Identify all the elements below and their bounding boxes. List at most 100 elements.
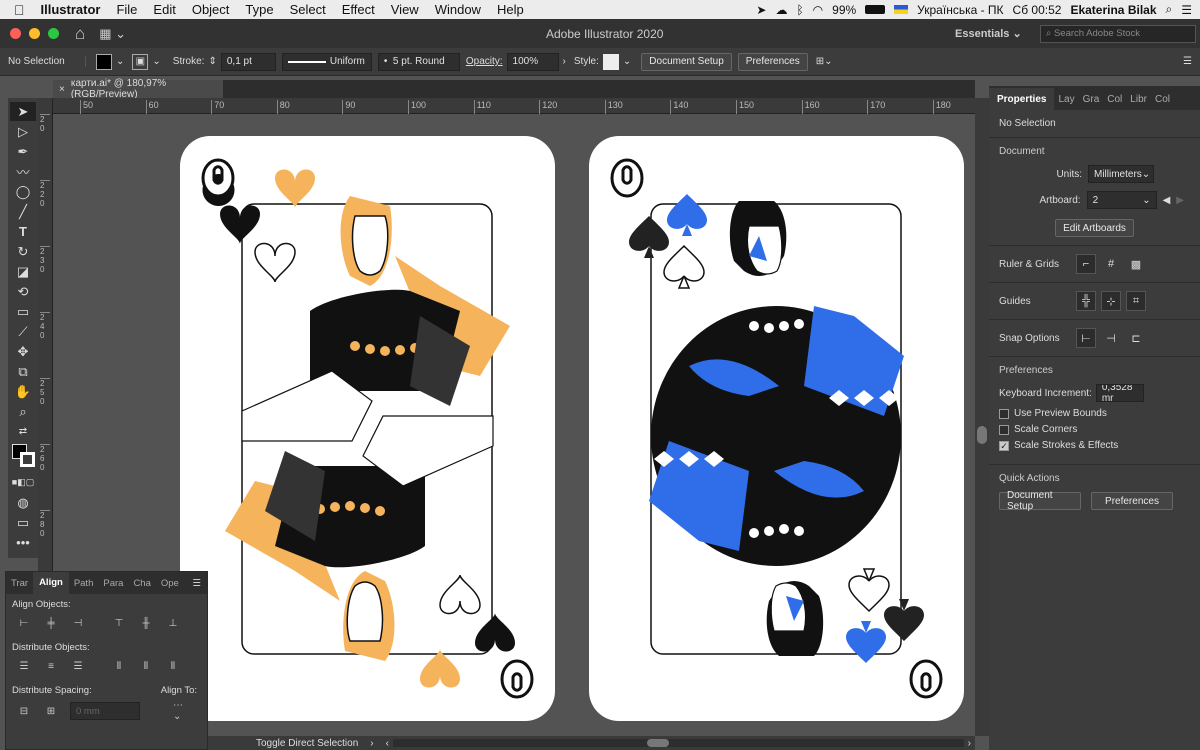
- arrange-documents-icon[interactable]: ▦ ⌄: [99, 26, 126, 42]
- chevron-down-icon[interactable]: ⌄: [623, 56, 631, 67]
- distribute-right-icon[interactable]: ⦀: [165, 659, 181, 673]
- stroke-weight-field[interactable]: 0,1 pt: [220, 52, 276, 71]
- menu-app[interactable]: Illustrator: [33, 2, 109, 17]
- close-window-button[interactable]: [10, 28, 21, 39]
- distribute-hcenter-icon[interactable]: ⦀: [138, 659, 154, 673]
- horizontal-scrollbar[interactable]: [392, 739, 964, 747]
- tab-layers[interactable]: Lay: [1054, 94, 1078, 110]
- distribute-bottom-icon[interactable]: ☰: [70, 659, 86, 673]
- tab-transform[interactable]: Trar: [6, 578, 33, 589]
- puppet-warp-icon[interactable]: ✥: [10, 342, 36, 361]
- draw-mode-icon[interactable]: ◍: [10, 493, 36, 512]
- spacing-field[interactable]: 0 mm: [70, 702, 140, 720]
- tab-gradient[interactable]: Gra: [1079, 94, 1104, 110]
- menu-select[interactable]: Select: [282, 2, 334, 17]
- snap-to-point-icon[interactable]: ⊢: [1076, 328, 1096, 348]
- units-select[interactable]: Millimeters ⌄: [1088, 165, 1154, 183]
- zoom-window-button[interactable]: [48, 28, 59, 39]
- vertical-spacing-icon[interactable]: ⊟: [16, 704, 32, 718]
- menu-edit[interactable]: Edit: [145, 2, 183, 17]
- align-to-selector-icon[interactable]: ⋯⌄: [173, 700, 189, 722]
- eyedropper-tool-icon[interactable]: ⟋: [10, 322, 36, 341]
- scroll-right-icon[interactable]: ›: [968, 738, 971, 749]
- swap-fill-stroke-icon[interactable]: ⇄: [10, 422, 36, 441]
- workspace-switcher[interactable]: Essentials ⌄: [955, 27, 1022, 40]
- chevron-down-icon[interactable]: ⌄: [116, 56, 124, 67]
- align-vcenter-icon[interactable]: ╫: [138, 616, 154, 630]
- distribute-top-icon[interactable]: ☰: [16, 659, 32, 673]
- snap-to-pixel-icon[interactable]: ⊏: [1126, 328, 1146, 348]
- qa-preferences-button[interactable]: Preferences: [1091, 492, 1173, 510]
- stroke-swatch[interactable]: ▣: [132, 53, 149, 70]
- input-language[interactable]: Українська - ПК: [917, 3, 1003, 17]
- curvature-tool-icon[interactable]: 〰: [10, 162, 36, 181]
- type-tool-icon[interactable]: T: [10, 222, 36, 241]
- fill-swatch[interactable]: [96, 53, 112, 70]
- selection-tool-icon[interactable]: ➤: [10, 102, 36, 121]
- gradient-tool-icon[interactable]: ▭: [10, 302, 36, 321]
- menu-effect[interactable]: Effect: [334, 2, 383, 17]
- scroll-left-icon[interactable]: ‹: [386, 738, 389, 749]
- artboard-select[interactable]: 2 ⌄: [1086, 191, 1157, 209]
- opacity-field[interactable]: 100%: [506, 52, 559, 71]
- prev-artboard-icon[interactable]: ◀: [1163, 195, 1171, 206]
- apple-icon[interactable]: : [0, 2, 33, 18]
- edit-artboards-button[interactable]: Edit Artboards: [1055, 219, 1134, 237]
- minimize-window-button[interactable]: [29, 28, 40, 39]
- lock-guides-icon[interactable]: ⊹: [1101, 291, 1121, 311]
- screen-mode-icon[interactable]: ▭: [10, 513, 36, 532]
- ellipse-tool-icon[interactable]: ◯: [10, 182, 36, 201]
- rotate-tool-icon[interactable]: ↻: [10, 242, 36, 261]
- cc-icon[interactable]: ☁: [775, 3, 787, 17]
- tab-color[interactable]: Col: [1103, 94, 1126, 110]
- panel-menu-icon[interactable]: ☰: [192, 578, 201, 589]
- horizontal-spacing-icon[interactable]: ⊞: [43, 704, 59, 718]
- pen-tool-icon[interactable]: ✒: [10, 142, 36, 161]
- snap-to-grid-icon[interactable]: ⊣: [1101, 328, 1121, 348]
- keyboard-increment-field[interactable]: 0,3528 mr: [1095, 384, 1144, 402]
- scroll-thumb[interactable]: [977, 426, 987, 444]
- align-top-icon[interactable]: ⊤: [111, 616, 127, 630]
- search-stock-input[interactable]: ⌕ Search Adobe Stock: [1040, 24, 1196, 43]
- lasso-tool-icon[interactable]: ⟲: [10, 282, 36, 301]
- tab-libraries[interactable]: Libr: [1126, 94, 1151, 110]
- user-name[interactable]: Ekaterina Bilak: [1070, 3, 1156, 17]
- preferences-button[interactable]: Preferences: [737, 52, 808, 71]
- use-preview-bounds-checkbox[interactable]: [999, 408, 1009, 419]
- horizontal-ruler[interactable]: 50 60 70 80 90 100 110 120 130 140 150 160 170 180: [53, 98, 975, 114]
- clock[interactable]: Сб 00:52: [1013, 3, 1062, 17]
- chevron-right-icon[interactable]: ›: [563, 56, 566, 67]
- align-bottom-icon[interactable]: ⊥: [165, 616, 181, 630]
- scale-strokes-checkbox[interactable]: ✓: [999, 440, 1009, 451]
- panel-menu-icon[interactable]: ☰: [1183, 56, 1192, 67]
- arrange-icon[interactable]: ⊞⌄: [816, 56, 833, 67]
- brush-definition[interactable]: • 5 pt. Round: [377, 52, 460, 71]
- chevron-down-icon[interactable]: ⌄: [152, 56, 160, 67]
- rulers-icon[interactable]: ⌐: [1076, 254, 1096, 274]
- document-setup-button[interactable]: Document Setup: [641, 52, 732, 71]
- variable-width-profile[interactable]: Uniform: [281, 52, 372, 71]
- home-icon[interactable]: ⌂: [75, 24, 85, 44]
- color-mode-icon[interactable]: ■◧▢: [10, 473, 36, 492]
- zoom-tool-icon[interactable]: ⌕: [10, 402, 36, 421]
- tab-properties[interactable]: Properties: [989, 88, 1055, 110]
- show-guides-icon[interactable]: ╬: [1076, 291, 1096, 311]
- menu-view[interactable]: View: [383, 2, 427, 17]
- menu-file[interactable]: File: [108, 2, 145, 17]
- close-tab-icon[interactable]: ×: [59, 84, 65, 95]
- next-artboard-icon[interactable]: ▶: [1176, 195, 1184, 206]
- eraser-tool-icon[interactable]: ◪: [10, 262, 36, 281]
- transparency-grid-icon[interactable]: ▩: [1126, 254, 1146, 274]
- document-tab[interactable]: × карти.ai* @ 180,97% (RGB/Preview): [53, 78, 223, 100]
- bluetooth-icon[interactable]: ᛒ: [796, 3, 803, 17]
- scale-corners-checkbox[interactable]: [999, 424, 1009, 435]
- artboard-queen-of-spades[interactable]: [589, 136, 964, 721]
- menu-help[interactable]: Help: [489, 2, 532, 17]
- tab-paragraph[interactable]: Para: [98, 578, 128, 589]
- vertical-scrollbar[interactable]: [975, 98, 989, 736]
- menu-object[interactable]: Object: [184, 2, 238, 17]
- paintbrush-tool-icon[interactable]: ╱: [10, 202, 36, 221]
- artboard-queen-of-hearts[interactable]: [180, 136, 555, 721]
- tab-pathfinder[interactable]: Path: [69, 578, 99, 589]
- style-swatch[interactable]: [602, 53, 619, 70]
